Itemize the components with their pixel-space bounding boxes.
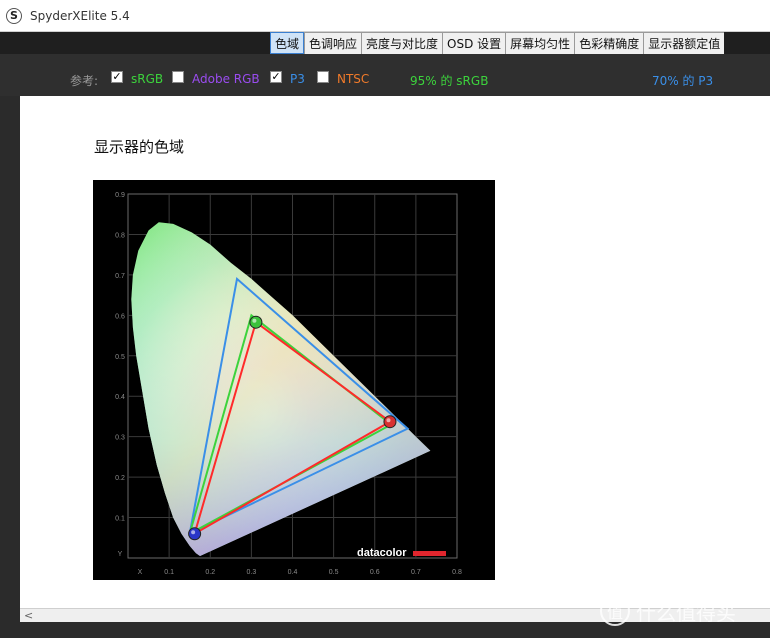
y-tick-label: 0.5: [115, 354, 125, 361]
primary-marker-highlight: [386, 418, 391, 423]
locus-yellow-tint: [131, 222, 431, 557]
ntsc-checkbox[interactable]: [317, 71, 329, 83]
gamut-chart-svg: X 0.1 0.2 0.3 0.4 0.5 0.6 0.7 0.8 Y 0.1 0.2 0.3 0.4 0.…: [115, 192, 462, 576]
y-tick-label: 0.1: [115, 516, 125, 523]
title-bar: S SpyderXElite 5.4: [0, 0, 770, 32]
y-tick-label: 0.9: [115, 192, 125, 199]
scroll-left-icon[interactable]: <: [24, 609, 33, 622]
srgb-label: sRGB: [131, 72, 164, 86]
app-logo-icon: S: [6, 7, 22, 24]
primary-marker: [249, 315, 263, 329]
y-tick-label: 0.8: [115, 232, 125, 239]
x-tick-label: 0.6: [370, 569, 380, 576]
primary-marker-highlight: [252, 318, 257, 323]
page-title: 显示器的色域: [94, 138, 185, 156]
watermark-text: 什么值得买: [636, 600, 736, 625]
srgb-checkbox[interactable]: ✓: [111, 71, 123, 83]
primary-marker: [383, 415, 397, 429]
adobe-rgb-checkbox[interactable]: [172, 71, 184, 83]
tab-osd-settings[interactable]: OSD 设置: [442, 32, 506, 54]
y-tick-label: 0.2: [115, 475, 125, 482]
y-tick-label: 0.3: [115, 435, 125, 442]
watermark-logo-icon: 值: [600, 596, 630, 626]
srgb-coverage-stat: 95% 的 sRGB: [410, 74, 489, 88]
datacolor-logo: datacolor: [357, 547, 446, 559]
x-tick-label: X: [138, 569, 143, 576]
tab-bar: 色域 色调响应 亮度与对比度 OSD 设置 屏幕均匀性 色彩精确度 显示器额定值: [270, 32, 725, 54]
tab-color-accuracy[interactable]: 色彩精确度: [574, 32, 644, 54]
x-tick-label: 0.2: [205, 569, 215, 576]
ntsc-label: NTSC: [337, 72, 370, 86]
y-tick-label: 0.7: [115, 273, 125, 280]
x-tick-label: 0.1: [164, 569, 174, 576]
x-tick-label: 0.3: [247, 569, 257, 576]
p3-checkbox[interactable]: ✓: [270, 71, 282, 83]
x-tick-label: 0.5: [329, 569, 339, 576]
p3-label: P3: [290, 72, 305, 86]
left-margin: [0, 96, 20, 622]
y-tick-label: 0.4: [115, 394, 125, 401]
primary-marker: [188, 527, 202, 541]
adobe-rgb-label: Adobe RGB: [192, 72, 260, 86]
spectral-locus: [131, 222, 431, 557]
tab-display-rating[interactable]: 显示器额定值: [643, 32, 725, 54]
y-tick-label: 0.6: [115, 313, 125, 320]
primary-marker-highlight: [191, 530, 196, 535]
p3-coverage-stat: 70% 的 P3: [652, 74, 714, 88]
x-tick-label: 0.4: [288, 569, 298, 576]
y-tick-label: Y: [118, 551, 123, 558]
datacolor-logo-bar: [413, 551, 446, 556]
watermark: 值 什么值得买: [600, 596, 736, 626]
datacolor-logo-text: datacolor: [357, 547, 407, 559]
window-title: SpyderXElite 5.4: [30, 8, 130, 23]
x-tick-label: 0.8: [452, 569, 462, 576]
tab-gamut[interactable]: 色域: [270, 32, 305, 54]
tab-tone-response[interactable]: 色调响应: [304, 32, 362, 54]
x-tick-label: 0.7: [411, 569, 421, 576]
tab-screen-uniformity[interactable]: 屏幕均匀性: [505, 32, 575, 54]
reference-label: 参考:: [70, 74, 99, 88]
gamut-chart: X 0.1 0.2 0.3 0.4 0.5 0.6 0.7 0.8 Y 0.1 0.2 0.3 0.4 0.…: [93, 180, 495, 580]
tab-brightness-contrast[interactable]: 亮度与对比度: [361, 32, 443, 54]
